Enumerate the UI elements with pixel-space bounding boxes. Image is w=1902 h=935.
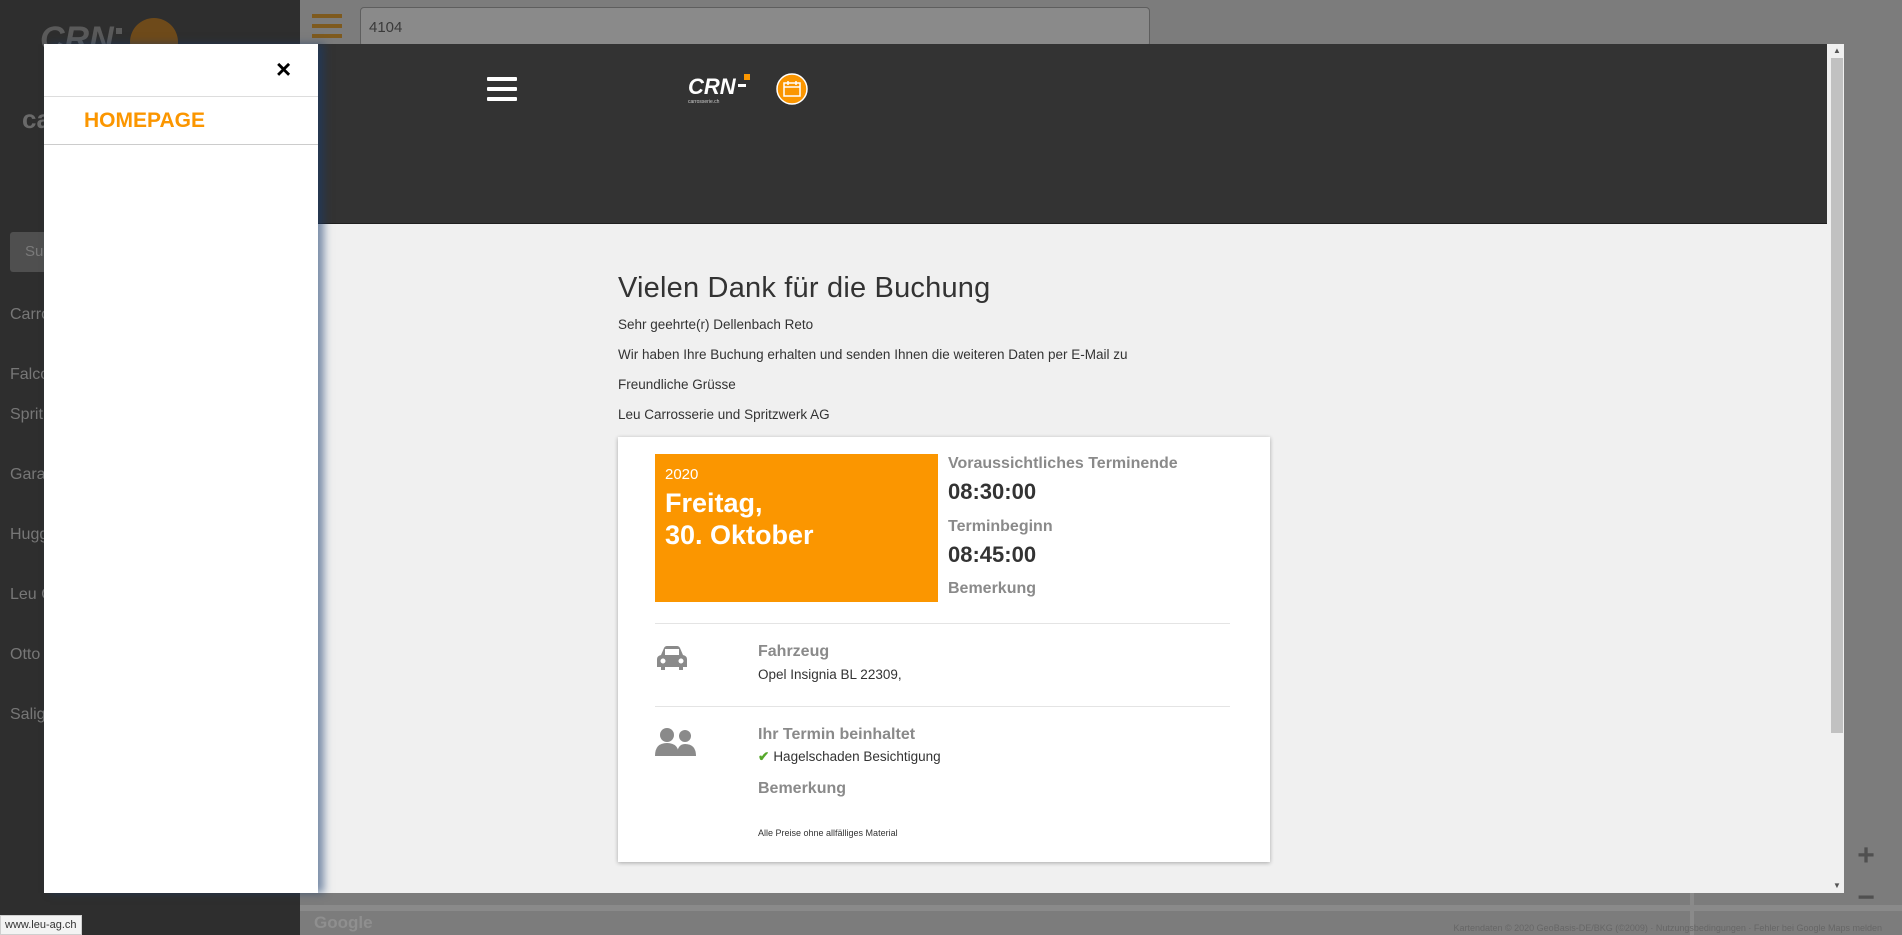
appointment-weekday: Freitag, — [665, 488, 763, 518]
background-google-logo: Google — [314, 913, 373, 932]
background-hamburger-icon — [312, 14, 342, 40]
company-name: Leu Carrosserie und Spritzwerk AG — [618, 407, 830, 422]
card-divider — [655, 706, 1230, 707]
page-title: Vielen Dank für die Buchung — [618, 272, 991, 304]
calendar-icon — [776, 73, 808, 105]
background-map-attribution: Kartendaten © 2020 GeoBasis-DE/BKG (©200… — [1453, 923, 1882, 933]
status-bar-url: www.leu-ag.ch — [0, 915, 82, 935]
end-time-label: Voraussichtliches Terminende — [948, 455, 1178, 472]
scroll-up-arrow[interactable]: ▲ — [1831, 45, 1843, 57]
background-map-search-input: 4104 — [360, 7, 1150, 47]
car-icon — [657, 646, 687, 670]
includes-label: Ihr Termin beinhaltet — [758, 726, 916, 743]
modal-scrollbar[interactable]: ▲ ▼ — [1827, 44, 1844, 893]
start-time-label: Terminbeginn — [948, 518, 1053, 535]
vehicle-value: Opel Insignia BL 22309, — [758, 667, 902, 682]
background-zoom-in-button: + — [1857, 839, 1875, 872]
includes-item-label: Hagelschaden Besichtigung — [773, 749, 941, 764]
crn-logo[interactable]: CRN carrosserie.ch — [688, 72, 818, 106]
close-icon[interactable]: × — [276, 56, 291, 82]
end-time-value: 08:30:00 — [948, 479, 1037, 504]
card-divider — [655, 623, 1230, 624]
background-list-item: Otto — [10, 646, 41, 663]
scroll-down-arrow[interactable]: ▼ — [1831, 880, 1843, 892]
price-footnote: Alle Preise ohne allfälliges Material — [758, 828, 898, 838]
remark2-label: Bemerkung — [758, 780, 847, 797]
remark-label: Bemerkung — [948, 580, 1037, 597]
appointment-card: 2020 Freitag, 30. Oktober Voraussichtlic… — [618, 437, 1270, 862]
background-list-item: Salig — [10, 706, 46, 723]
background-list-item: Hugg — [10, 526, 49, 543]
side-drawer: × HOMEPAGE — [44, 44, 318, 893]
svg-text:carrosserie.ch: carrosserie.ch — [688, 99, 720, 105]
background-map-road — [300, 905, 1902, 911]
scroll-thumb[interactable] — [1831, 58, 1843, 733]
includes-item: ✔ Hagelschaden Besichtigung — [758, 749, 941, 765]
greeting-text: Sehr geehrte(r) Dellenbach Reto — [618, 317, 814, 332]
start-time-value: 08:45:00 — [948, 542, 1037, 567]
vehicle-label: Fahrzeug — [758, 643, 830, 660]
hamburger-menu-icon[interactable] — [487, 77, 517, 105]
appointment-date: 30. Oktober — [665, 520, 814, 550]
confirmation-content: Vielen Dank für die Buchung Sehr geehrte… — [618, 272, 1278, 437]
appointment-date-box: 2020 Freitag, 30. Oktober — [655, 454, 938, 602]
message-text: Wir haben Ihre Buchung erhalten und send… — [618, 347, 1128, 362]
closing-text: Freundliche Grüsse — [618, 377, 736, 392]
background-list-item: Sprit — [10, 406, 43, 423]
drawer-item-homepage[interactable]: HOMEPAGE — [44, 97, 318, 145]
users-icon — [655, 728, 696, 756]
checkmark-icon: ✔ — [758, 749, 770, 764]
background-zoom-out-button: − — [1857, 881, 1875, 914]
background-list-item: Gara — [10, 466, 46, 483]
appointment-year: 2020 — [665, 466, 699, 483]
svg-text:CRN: CRN — [688, 74, 737, 99]
